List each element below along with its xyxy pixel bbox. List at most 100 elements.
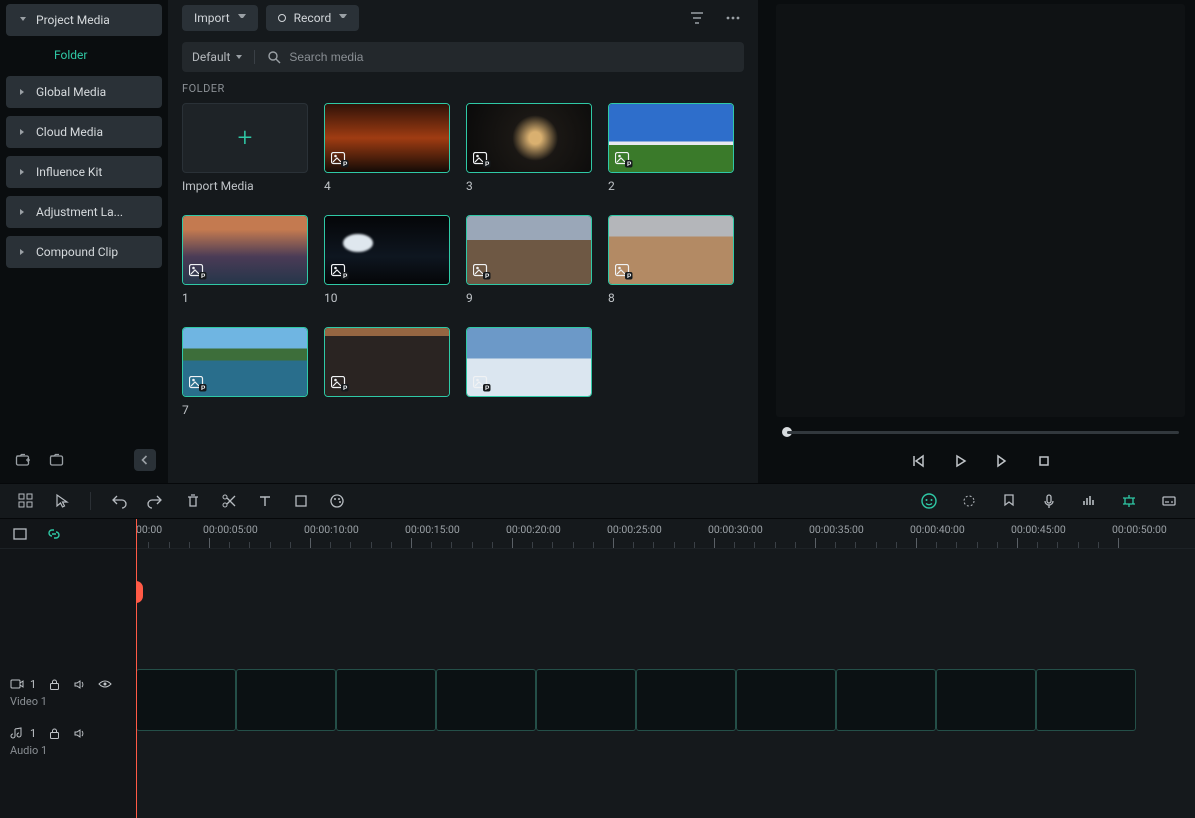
media-thumbnail[interactable]: P (182, 327, 308, 397)
text-button[interactable] (255, 491, 275, 511)
media-thumbnail[interactable]: P (466, 215, 592, 285)
sidebar-subitem-label: Folder (54, 48, 87, 62)
media-thumbnail[interactable]: P (466, 103, 592, 173)
media-thumbnail[interactable]: P (182, 215, 308, 285)
sidebar-item-adjustment-layer[interactable]: Adjustment La... (6, 196, 162, 228)
timeline-clip[interactable] (936, 669, 1036, 731)
video-track-header[interactable]: 1 Video 1 (0, 669, 136, 712)
timeline-clip[interactable] (236, 669, 336, 731)
media-item[interactable]: P (466, 327, 592, 417)
select-tool-button[interactable] (52, 491, 72, 511)
more-options-button[interactable] (722, 7, 744, 29)
media-thumbnail[interactable]: P (608, 215, 734, 285)
sidebar-item-project-media[interactable]: Project Media (6, 4, 162, 36)
media-thumbnail[interactable]: P (324, 103, 450, 173)
timeline-clip[interactable] (536, 669, 636, 731)
timeline-ruler[interactable]: 00:00 00:00:05:0000:00:10:0000:00:15:000… (136, 519, 1195, 549)
sidebar-subitem-folder[interactable]: Folder (6, 44, 162, 76)
ruler-minor-mark (876, 542, 877, 548)
timeline-clip[interactable] (336, 669, 436, 731)
auto-reframe-button[interactable] (1119, 491, 1139, 511)
sidebar-item-label: Cloud Media (36, 125, 103, 139)
timeline-options-button[interactable] (10, 524, 30, 544)
sidebar-item-label: Influence Kit (36, 165, 102, 179)
stop-button[interactable] (1032, 449, 1056, 473)
media-item[interactable]: P 1 (182, 215, 308, 305)
render-button[interactable] (959, 491, 979, 511)
toolbar-separator (90, 492, 91, 510)
crop-button[interactable] (291, 491, 311, 511)
next-frame-button[interactable] (990, 449, 1014, 473)
playhead-handle[interactable] (136, 581, 143, 603)
ai-assistant-button[interactable] (919, 491, 939, 511)
sort-dropdown[interactable]: Default (192, 50, 255, 64)
image-type-icon: P (331, 152, 349, 168)
lock-icon[interactable] (48, 678, 61, 691)
media-item[interactable]: P 9 (466, 215, 592, 305)
preview-canvas[interactable] (776, 4, 1185, 417)
media-thumbnail[interactable]: P (324, 215, 450, 285)
subtitle-button[interactable] (1159, 491, 1179, 511)
sidebar-item-cloud-media[interactable]: Cloud Media (6, 116, 162, 148)
image-type-icon: P (473, 152, 491, 168)
audio-mixer-button[interactable] (1079, 491, 1099, 511)
timeline-clip[interactable] (636, 669, 736, 731)
undo-button[interactable] (109, 491, 129, 511)
filter-button[interactable] (686, 7, 708, 29)
collapse-sidebar-button[interactable] (134, 449, 156, 471)
timeline-clip[interactable] (736, 669, 836, 731)
svg-text:P: P (485, 385, 490, 392)
media-item[interactable]: P 10 (324, 215, 450, 305)
prev-frame-button[interactable] (906, 449, 930, 473)
ruler-minor-mark (956, 542, 957, 548)
media-item[interactable]: P 3 (466, 103, 592, 193)
timeline-clip[interactable] (1036, 669, 1136, 731)
new-folder-button[interactable] (12, 449, 34, 471)
import-button[interactable]: Import (182, 5, 258, 31)
sidebar-item-global-media[interactable]: Global Media (6, 76, 162, 108)
timeline-clip[interactable] (836, 669, 936, 731)
lock-icon[interactable] (48, 727, 61, 740)
media-thumbnail[interactable]: P (608, 103, 734, 173)
video-track-index: 1 (30, 678, 36, 691)
timeline-clip[interactable] (436, 669, 536, 731)
media-thumbnail[interactable]: P (324, 327, 450, 397)
media-item[interactable]: P (324, 327, 450, 417)
play-button[interactable] (948, 449, 972, 473)
search-input[interactable] (289, 50, 734, 64)
ruler-minor-mark (391, 542, 392, 548)
image-type-icon: P (331, 264, 349, 280)
sidebar-item-influence-kit[interactable]: Influence Kit (6, 156, 162, 188)
image-type-icon: P (615, 152, 633, 168)
folder-settings-button[interactable] (46, 449, 68, 471)
media-item[interactable]: P 8 (608, 215, 734, 305)
preview-scrubber[interactable] (776, 425, 1185, 439)
color-button[interactable] (327, 491, 347, 511)
voiceover-button[interactable] (1039, 491, 1059, 511)
mute-icon[interactable] (73, 727, 86, 740)
timeline-clip[interactable] (136, 669, 236, 731)
audio-track-header[interactable]: 1 Audio 1 (0, 718, 136, 761)
playhead[interactable] (136, 519, 137, 818)
record-label: Record (294, 11, 332, 25)
delete-button[interactable] (183, 491, 203, 511)
media-item[interactable]: P 7 (182, 327, 308, 417)
ruler-minor-mark (451, 542, 452, 548)
visibility-icon[interactable] (98, 677, 112, 691)
link-button[interactable] (44, 524, 64, 544)
media-item[interactable]: P 4 (324, 103, 450, 193)
import-media-tile[interactable]: + Import Media (182, 103, 308, 193)
marker-button[interactable] (999, 491, 1019, 511)
media-item[interactable]: P 2 (608, 103, 734, 193)
mute-icon[interactable] (73, 678, 86, 691)
ruler-minor-mark (795, 542, 796, 548)
media-thumbnail[interactable]: P (466, 327, 592, 397)
record-button[interactable]: Record (266, 5, 360, 31)
redo-button[interactable] (145, 491, 165, 511)
sidebar-item-compound-clip[interactable]: Compound Clip (6, 236, 162, 268)
grid-view-button[interactable] (16, 491, 36, 511)
split-button[interactable] (219, 491, 239, 511)
ruler-major-mark (310, 538, 311, 548)
timeline-tracks[interactable]: 00:00 00:00:05:0000:00:10:0000:00:15:000… (136, 519, 1195, 818)
ruler-major-mark (613, 538, 614, 548)
